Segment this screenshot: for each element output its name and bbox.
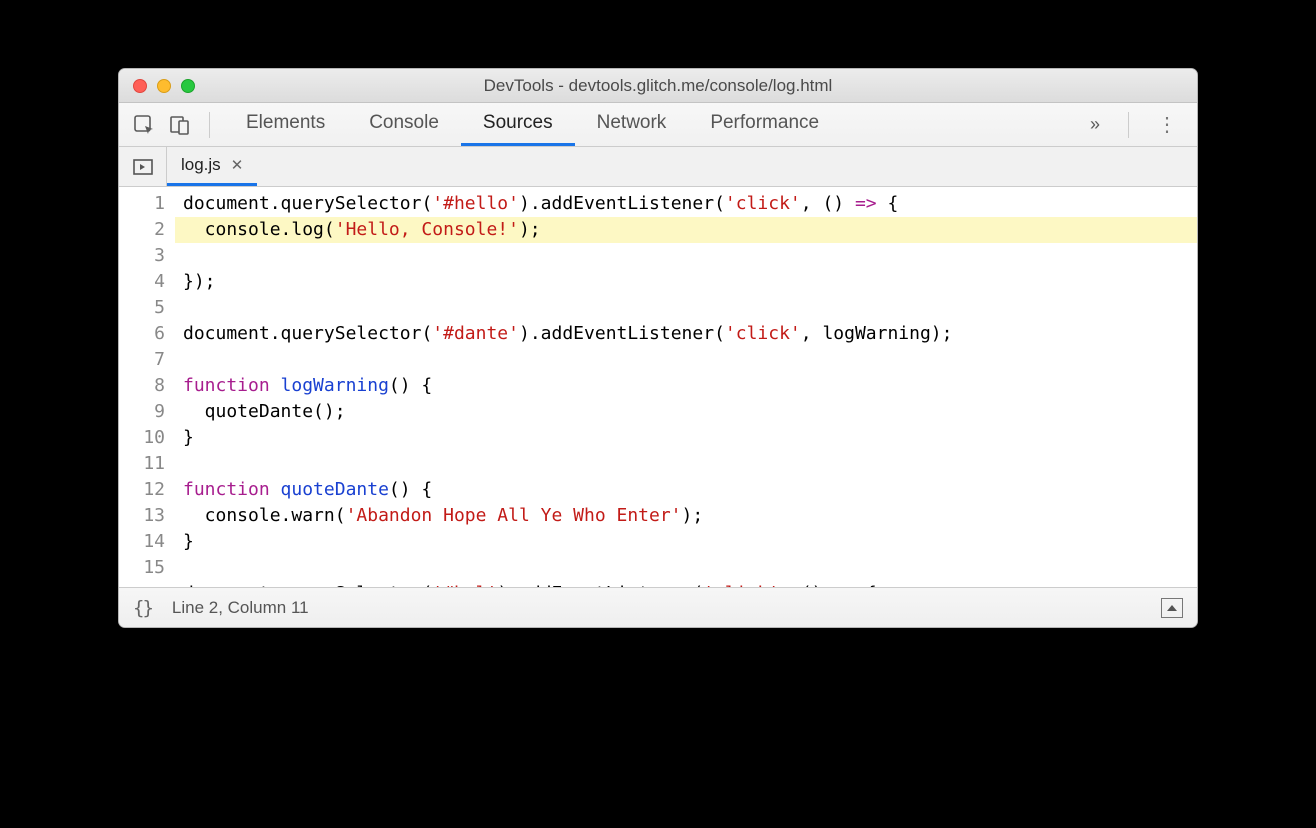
toggle-device-icon[interactable]: [165, 110, 195, 140]
titlebar: DevTools - devtools.glitch.me/console/lo…: [119, 69, 1197, 103]
code-line[interactable]: function logWarning() {: [183, 375, 432, 396]
file-tab-active[interactable]: log.js ✕: [167, 147, 257, 186]
code-line[interactable]: document.querySelector('#dante').addEven…: [183, 323, 952, 344]
line-number[interactable]: 14: [119, 529, 165, 555]
devtools-window: DevTools - devtools.glitch.me/console/lo…: [118, 68, 1198, 628]
code-line[interactable]: console.log('Hello, Console!');: [175, 217, 1197, 243]
show-navigator-icon[interactable]: [119, 147, 167, 186]
line-number[interactable]: 3: [119, 243, 165, 269]
panel-tab-performance[interactable]: Performance: [688, 103, 841, 146]
panel-tab-sources[interactable]: Sources: [461, 103, 575, 146]
code-line[interactable]: console.warn('Abandon Hope All Ye Who En…: [183, 505, 703, 526]
code-line[interactable]: }: [183, 427, 194, 448]
panel-tab-elements[interactable]: Elements: [224, 103, 347, 146]
line-number[interactable]: 1: [119, 191, 165, 217]
code-content[interactable]: document.querySelector('#hello').addEven…: [175, 187, 1197, 587]
line-number[interactable]: 9: [119, 399, 165, 425]
line-number[interactable]: 12: [119, 477, 165, 503]
pretty-print-icon[interactable]: {}: [133, 597, 152, 619]
line-number[interactable]: 6: [119, 321, 165, 347]
code-line[interactable]: document.querySelector('#hello').addEven…: [183, 193, 898, 214]
line-number[interactable]: 8: [119, 373, 165, 399]
inspect-element-icon[interactable]: [129, 110, 159, 140]
window-title: DevTools - devtools.glitch.me/console/lo…: [119, 76, 1197, 96]
code-line[interactable]: });: [183, 271, 216, 292]
panel-tab-network[interactable]: Network: [575, 103, 689, 146]
line-number-gutter: 123456789101112131415: [119, 187, 175, 587]
separator: [1128, 112, 1129, 138]
cursor-position: Line 2, Column 11: [172, 598, 309, 618]
code-line[interactable]: function quoteDante() {: [183, 479, 432, 500]
code-line[interactable]: }: [183, 531, 194, 552]
panel-tabs: ElementsConsoleSourcesNetworkPerformance: [224, 103, 841, 146]
settings-menu-icon[interactable]: ⋮: [1147, 112, 1187, 137]
line-number[interactable]: 5: [119, 295, 165, 321]
source-editor[interactable]: 123456789101112131415 document.querySele…: [119, 187, 1197, 587]
main-toolbar: ElementsConsoleSourcesNetworkPerformance…: [119, 103, 1197, 147]
line-number[interactable]: 13: [119, 503, 165, 529]
code-line[interactable]: quoteDante();: [183, 401, 346, 422]
more-tabs-icon[interactable]: »: [1080, 114, 1110, 135]
panel-tab-console[interactable]: Console: [347, 103, 461, 146]
line-number[interactable]: 2: [119, 217, 165, 243]
line-number[interactable]: 11: [119, 451, 165, 477]
line-number[interactable]: 10: [119, 425, 165, 451]
status-bar: {} Line 2, Column 11: [119, 587, 1197, 627]
toggle-drawer-icon[interactable]: [1161, 598, 1183, 618]
line-number[interactable]: 15: [119, 555, 165, 581]
file-tab-bar: log.js ✕: [119, 147, 1197, 187]
line-number[interactable]: 4: [119, 269, 165, 295]
file-tab-label: log.js: [181, 155, 221, 175]
line-number[interactable]: 7: [119, 347, 165, 373]
code-line[interactable]: document.querySelector('#hal').addEventL…: [183, 583, 877, 587]
separator: [209, 112, 210, 138]
close-file-icon[interactable]: ✕: [231, 156, 244, 174]
